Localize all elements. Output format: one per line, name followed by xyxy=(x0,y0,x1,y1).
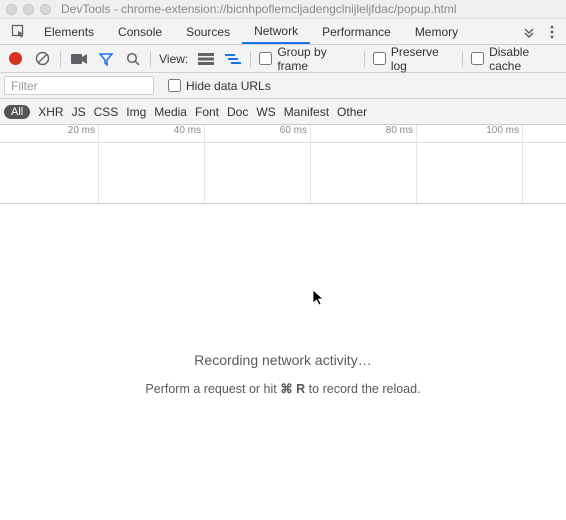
tab-console[interactable]: Console xyxy=(106,19,174,44)
tick: 20 ms xyxy=(0,125,99,142)
clear-button[interactable] xyxy=(33,49,52,69)
tab-network[interactable]: Network xyxy=(242,19,310,44)
tick: 100 ms xyxy=(417,125,523,142)
overview-icon[interactable] xyxy=(223,49,242,69)
timeline-overview[interactable]: 20 ms 40 ms 60 ms 80 ms 100 ms xyxy=(0,125,566,204)
type-xhr[interactable]: XHR xyxy=(38,105,63,119)
traffic-zoom[interactable] xyxy=(40,4,51,15)
tab-sources[interactable]: Sources xyxy=(174,19,242,44)
disable-cache-checkbox[interactable]: Disable cache xyxy=(471,45,560,73)
traffic-close[interactable] xyxy=(6,4,17,15)
record-button[interactable] xyxy=(6,49,25,69)
tab-performance[interactable]: Performance xyxy=(310,19,403,44)
type-manifest[interactable]: Manifest xyxy=(284,105,329,119)
type-ws[interactable]: WS xyxy=(256,105,275,119)
hide-data-urls-label: Hide data URLs xyxy=(186,79,271,93)
cursor-icon xyxy=(312,289,326,307)
type-all[interactable]: All xyxy=(4,105,30,119)
timeline-grid xyxy=(0,143,566,203)
filter-bar: Hide data URLs xyxy=(0,73,566,99)
devtools-tabbar: Elements Console Sources Network Perform… xyxy=(0,19,566,45)
type-media[interactable]: Media xyxy=(154,105,187,119)
network-toolbar: View: Group by frame Preserve log Disabl… xyxy=(0,45,566,73)
preserve-log-label: Preserve log xyxy=(391,45,454,73)
search-icon[interactable] xyxy=(123,49,142,69)
inspect-icon[interactable] xyxy=(4,19,32,44)
toolbar-divider xyxy=(60,51,61,67)
resource-type-filters: All XHR JS CSS Img Media Font Doc WS Man… xyxy=(0,99,566,125)
empty-state: Recording network activity… Perform a re… xyxy=(0,352,566,396)
type-other[interactable]: Other xyxy=(337,105,367,119)
empty-heading: Recording network activity… xyxy=(0,352,566,368)
empty-hint: Perform a request or hit ⌘ R to record t… xyxy=(0,381,566,396)
type-doc[interactable]: Doc xyxy=(227,105,248,119)
window-titlebar: DevTools - chrome-extension://bicnhpofle… xyxy=(0,0,566,19)
preserve-log-checkbox[interactable]: Preserve log xyxy=(373,45,454,73)
toolbar-divider xyxy=(462,51,463,67)
filter-input[interactable] xyxy=(4,76,154,95)
toolbar-divider xyxy=(150,51,151,67)
group-by-frame-checkbox[interactable]: Group by frame xyxy=(259,45,356,73)
timeline-ruler: 20 ms 40 ms 60 ms 80 ms 100 ms xyxy=(0,125,566,143)
traffic-minimize[interactable] xyxy=(23,4,34,15)
tab-elements[interactable]: Elements xyxy=(32,19,106,44)
disable-cache-label: Disable cache xyxy=(489,45,560,73)
tick: 80 ms xyxy=(311,125,417,142)
hint-shortcut: ⌘ R xyxy=(280,382,305,396)
tab-memory[interactable]: Memory xyxy=(403,19,470,44)
tick: 60 ms xyxy=(205,125,311,142)
view-label: View: xyxy=(159,52,188,66)
hint-suffix: to record the reload. xyxy=(305,382,420,396)
type-css[interactable]: CSS xyxy=(94,105,119,119)
group-by-frame-label: Group by frame xyxy=(277,45,356,73)
window-title: DevTools - chrome-extension://bicnhpofle… xyxy=(61,2,457,16)
type-js[interactable]: JS xyxy=(72,105,86,119)
more-tabs-icon[interactable] xyxy=(516,19,542,44)
traffic-lights xyxy=(6,4,51,15)
type-img[interactable]: Img xyxy=(126,105,146,119)
filter-icon[interactable] xyxy=(96,49,115,69)
type-font[interactable]: Font xyxy=(195,105,219,119)
tick: 40 ms xyxy=(99,125,205,142)
hide-data-urls-checkbox[interactable]: Hide data URLs xyxy=(168,79,271,93)
kebab-menu-icon[interactable] xyxy=(542,19,562,44)
large-rows-icon[interactable] xyxy=(196,49,215,69)
hint-prefix: Perform a request or hit xyxy=(145,382,280,396)
camera-icon[interactable] xyxy=(69,49,88,69)
toolbar-divider xyxy=(250,51,251,67)
toolbar-divider xyxy=(364,51,365,67)
